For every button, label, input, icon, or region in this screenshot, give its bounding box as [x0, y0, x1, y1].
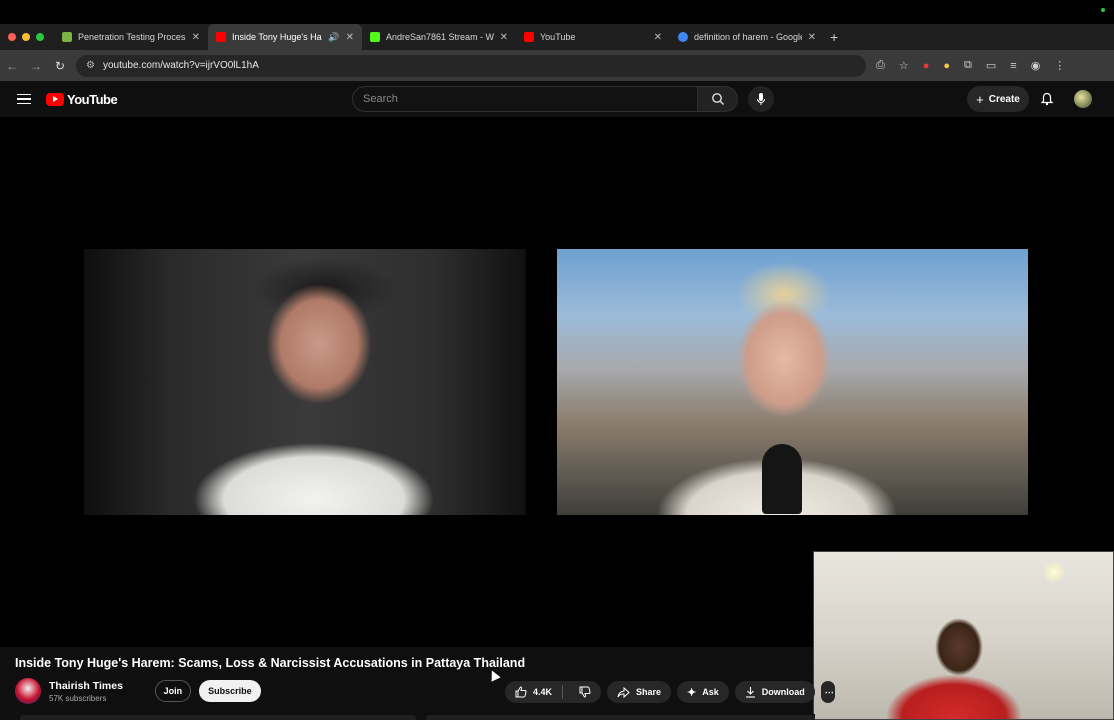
zoom-window-button[interactable] — [36, 33, 44, 41]
create-button[interactable]: + Create — [967, 86, 1029, 112]
ask-button[interactable]: ✦ Ask — [677, 681, 729, 703]
back-icon[interactable]: ← — [0, 59, 24, 73]
media-control-icon[interactable]: ≡ — [1010, 60, 1016, 72]
window-controls — [0, 33, 54, 41]
video-title: Inside Tony Huge's Harem: Scams, Loss & … — [15, 656, 526, 670]
bottom-cards-strip — [0, 714, 815, 720]
share-button[interactable]: Share — [607, 681, 672, 703]
tab-close-icon[interactable]: ✕ — [500, 32, 508, 43]
share-arrow-icon — [617, 686, 630, 698]
browser-menu-icon[interactable]: ⋮ — [1054, 59, 1065, 72]
account-avatar[interactable] — [1074, 90, 1092, 108]
notifications-bell-icon[interactable] — [1040, 92, 1054, 106]
hamburger-menu-icon[interactable] — [17, 93, 31, 105]
status-dot — [1101, 8, 1105, 12]
subscriber-count: 57K subscribers — [49, 693, 107, 703]
thumbs-down-icon — [579, 686, 591, 698]
tab-title: Inside Tony Huge's Harem — [232, 32, 322, 42]
tab-close-icon[interactable]: ✕ — [654, 32, 662, 43]
like-button[interactable]: 4.4K — [505, 685, 564, 699]
create-label: Create — [988, 93, 1020, 105]
channel-name[interactable]: Thairish Times — [49, 680, 123, 692]
youtube-wordmark: YouTube — [67, 91, 118, 107]
speaker-icon[interactable]: 🔊 — [328, 32, 339, 43]
more-actions-button[interactable]: ⋯ — [820, 681, 835, 703]
site-settings-icon[interactable]: ⚙ — [86, 60, 95, 71]
search-button[interactable] — [698, 86, 738, 112]
os-menubar — [0, 0, 1114, 24]
plus-icon: + — [976, 91, 984, 107]
search-input[interactable] — [352, 86, 698, 112]
url-bar[interactable]: ⚙ youtube.com/watch?v=ijrVO0lL1hA — [76, 54, 866, 77]
comments-card[interactable] — [426, 715, 815, 720]
description-card[interactable] — [20, 715, 416, 720]
tab-close-icon[interactable]: ✕ — [808, 32, 816, 43]
channel-avatar[interactable] — [15, 678, 41, 704]
more-dots-icon: ⋯ — [824, 686, 834, 697]
download-icon — [745, 687, 755, 698]
tab-favicon-icon — [370, 32, 380, 42]
channel-row: Thairish Times 57K subscribers Join Subs… — [15, 678, 261, 704]
install-app-icon[interactable]: ⎙ — [876, 59, 885, 72]
subscribe-button[interactable]: Subscribe — [198, 680, 261, 702]
extensions-puzzle-icon[interactable]: ⧉ — [964, 59, 972, 72]
tab-favicon-icon — [216, 32, 226, 42]
microphone-icon — [757, 93, 765, 105]
minimize-window-button[interactable] — [22, 33, 30, 41]
video-actions: 4.4K Share ✦ Ask Download ⋯ — [505, 681, 835, 703]
tab-close-icon[interactable]: ✕ — [346, 32, 354, 43]
download-button[interactable]: Download — [734, 681, 815, 703]
tab-title: AndreSan7861 Stream - Watc — [386, 32, 494, 42]
browser-toolbar-icons: ⎙ ☆ ● ● ⧉ ▭ ≡ ◉ ⋮ — [876, 59, 1065, 72]
reload-icon[interactable]: ↻ — [48, 59, 72, 73]
youtube-logo[interactable]: YouTube — [46, 91, 118, 107]
extension-yellow-icon[interactable]: ● — [943, 60, 950, 72]
tab-close-icon[interactable]: ✕ — [192, 32, 200, 43]
forward-icon[interactable]: → — [24, 59, 48, 73]
browser-tab-0[interactable]: Penetration Testing Process ✕ — [54, 24, 208, 50]
browser-tab-1[interactable]: Inside Tony Huge's Harem 🔊 ✕ — [208, 24, 362, 50]
cast-icon[interactable]: ▭ — [986, 59, 996, 72]
ask-label: Ask — [702, 687, 719, 697]
new-tab-icon[interactable]: + — [824, 29, 838, 45]
like-count: 4.4K — [533, 687, 553, 697]
download-label: Download — [761, 687, 805, 697]
search-icon — [711, 93, 724, 105]
studio-microphone — [762, 444, 802, 514]
dislike-button[interactable] — [569, 686, 601, 698]
browser-tab-2[interactable]: AndreSan7861 Stream - Watc ✕ — [362, 24, 516, 50]
webcam-overlay — [813, 551, 1114, 720]
extension-red-icon[interactable]: ● — [923, 60, 930, 72]
tab-title: YouTube — [540, 32, 576, 42]
youtube-play-icon — [46, 92, 64, 106]
browser-tab-3[interactable]: YouTube ✕ — [516, 24, 670, 50]
tab-favicon-icon — [62, 32, 72, 42]
channel-meta: Thairish Times 57K subscribers — [49, 680, 123, 703]
browser-tabbar: Penetration Testing Process ✕ Inside Ton… — [0, 24, 1114, 50]
tab-title: definition of harem - Google — [694, 32, 802, 42]
video-frame-left-speaker — [84, 249, 526, 515]
share-label: Share — [636, 687, 662, 697]
bookmark-star-icon[interactable]: ☆ — [899, 59, 909, 72]
search-box — [352, 86, 774, 112]
address-bar-row: ← → ↻ ⚙ youtube.com/watch?v=ijrVO0lL1hA … — [0, 50, 1114, 81]
browser-tab-4[interactable]: definition of harem - Google ✕ — [670, 24, 824, 50]
thumbs-up-icon — [515, 686, 527, 698]
mouse-cursor — [487, 668, 501, 682]
tab-favicon-icon — [524, 32, 534, 42]
tab-favicon-icon — [678, 32, 688, 42]
like-dislike-group: 4.4K — [505, 681, 602, 703]
tab-title: Penetration Testing Process — [78, 32, 186, 42]
youtube-header: YouTube + Create — [0, 81, 1114, 117]
join-button[interactable]: Join — [154, 680, 191, 702]
close-window-button[interactable] — [8, 33, 16, 41]
sparkle-icon: ✦ — [687, 686, 697, 699]
profile-icon[interactable]: ◉ — [1031, 59, 1041, 72]
voice-search-button[interactable] — [748, 86, 774, 112]
url-text: youtube.com/watch?v=ijrVO0lL1hA — [102, 60, 259, 71]
